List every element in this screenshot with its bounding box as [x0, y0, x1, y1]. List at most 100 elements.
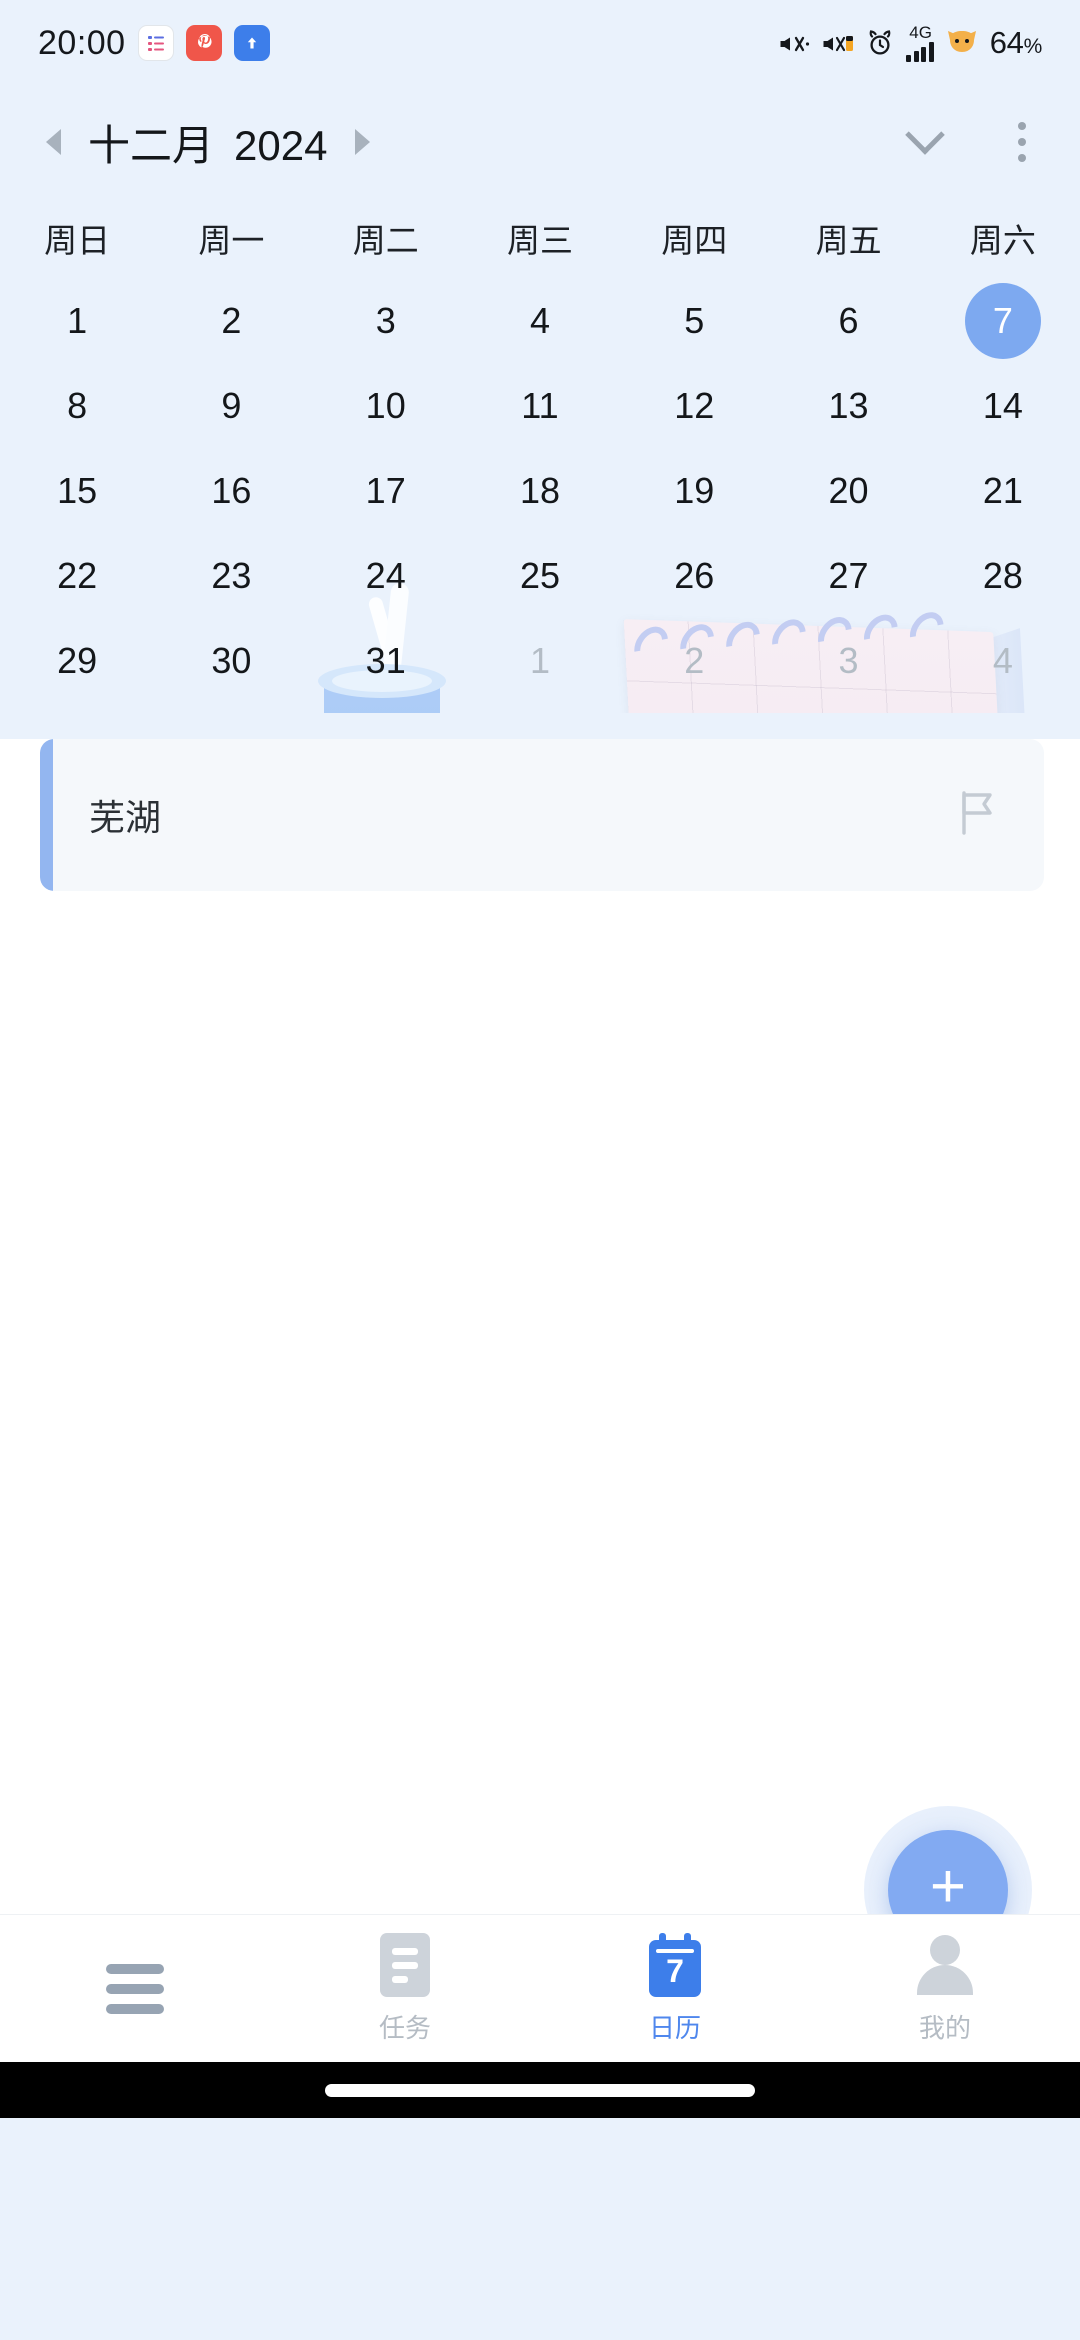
status-bar-clock: 20:00	[38, 23, 126, 62]
day-cell[interactable]: 8	[0, 363, 154, 448]
day-number: 22	[57, 554, 98, 596]
page-title[interactable]: 十二月 2024	[88, 112, 327, 173]
day-cell[interactable]: 16	[154, 448, 308, 533]
day-cell-selected[interactable]: 7	[926, 278, 1080, 363]
day-cell[interactable]: 25	[463, 533, 617, 618]
day-number: 29	[57, 639, 98, 681]
day-number: 18	[519, 469, 560, 511]
day-number: 10	[365, 384, 406, 426]
day-cell-other-month[interactable]: 4	[926, 618, 1080, 703]
sidebar-item-menu[interactable]	[0, 1915, 270, 2063]
prev-month-arrow-icon[interactable]	[40, 124, 66, 160]
day-cell[interactable]: 29	[0, 618, 154, 703]
tab-tasks[interactable]: 任务	[270, 1915, 540, 2063]
day-cell[interactable]: 20	[771, 448, 925, 533]
day-number: 19	[674, 469, 715, 511]
calendar-week-row: 29 30 31 1 2 3 4	[0, 618, 1080, 703]
day-number: 4	[529, 299, 550, 341]
day-cell[interactable]: 6	[771, 278, 925, 363]
day-cell[interactable]: 30	[154, 618, 308, 703]
day-number: 2	[684, 639, 705, 681]
day-number: 11	[521, 384, 559, 426]
day-cell[interactable]: 31	[309, 618, 463, 703]
upload-arrow-icon	[233, 25, 270, 61]
weekday-label: 周日	[44, 222, 111, 259]
day-cell[interactable]: 3	[309, 278, 463, 363]
nav-item-label: 我的	[918, 2013, 971, 2043]
day-number: 28	[982, 554, 1023, 596]
day-cell[interactable]: 23	[154, 533, 308, 618]
hamburger-menu-icon	[106, 1964, 164, 2014]
nav-item-label: 日历	[648, 2013, 701, 2043]
weekday-label: 周三	[506, 222, 573, 259]
calendar-week-row: 8 9 10 11 12 13 14	[0, 363, 1080, 448]
day-cell[interactable]: 18	[463, 448, 617, 533]
day-number: 5	[684, 299, 705, 341]
day-number: 25	[519, 554, 560, 596]
day-number: 30	[211, 639, 252, 681]
day-cell[interactable]: 15	[0, 448, 154, 533]
day-cell[interactable]: 9	[154, 363, 308, 448]
day-number: 8	[67, 384, 88, 426]
tab-calendar[interactable]: 7 日历	[540, 1915, 810, 2063]
year-label: 2024	[234, 121, 328, 169]
overflow-menu-icon[interactable]	[1000, 117, 1044, 167]
day-cell[interactable]: 17	[309, 448, 463, 533]
day-cell-other-month[interactable]: 1	[463, 618, 617, 703]
day-cell[interactable]: 13	[771, 363, 925, 448]
day-cell[interactable]: 2	[154, 278, 308, 363]
day-cell[interactable]: 1	[0, 278, 154, 363]
battery-value: 64	[989, 25, 1024, 60]
day-number: 9	[221, 384, 242, 426]
day-cell[interactable]: 21	[926, 448, 1080, 533]
fab-label: +	[929, 1852, 967, 1921]
day-cell-other-month[interactable]: 2	[617, 618, 771, 703]
day-number: 7	[964, 282, 1041, 359]
day-number: 2	[221, 299, 242, 341]
day-cell[interactable]: 12	[617, 363, 771, 448]
day-cell[interactable]: 4	[463, 278, 617, 363]
calendar-icon: 7	[649, 1933, 701, 1997]
day-number: 6	[838, 299, 859, 341]
calendar-week-row: 22 23 24 25 26 27 28	[0, 533, 1080, 618]
day-number: 12	[674, 384, 715, 426]
event-list-panel: 芜湖 + 任务 7 日历 我的	[0, 739, 1080, 2118]
network-type-label: 4G	[909, 23, 932, 42]
weekday-label: 周二	[352, 222, 419, 259]
weekday-label: 周五	[815, 222, 882, 259]
day-cell[interactable]: 14	[926, 363, 1080, 448]
month-navigator: 十二月 2024	[40, 112, 375, 173]
weekday-label: 周六	[969, 222, 1036, 259]
battery-level: 64%	[989, 25, 1043, 61]
day-cell[interactable]: 5	[617, 278, 771, 363]
chevron-down-icon[interactable]	[902, 119, 948, 165]
list-item[interactable]: 芜湖	[40, 739, 1044, 891]
calendar-panel: 周日 周一 周二 周三 周四 周五 周六 1 2 3 4 5 6 7 8 9 1…	[0, 198, 1080, 713]
day-cell[interactable]: 27	[771, 533, 925, 618]
day-number: 16	[211, 469, 252, 511]
day-number: 27	[828, 554, 869, 596]
home-gesture-bar[interactable]	[325, 2083, 755, 2097]
day-cell[interactable]: 11	[463, 363, 617, 448]
day-cell[interactable]: 19	[617, 448, 771, 533]
day-number: 20	[828, 469, 869, 511]
notes-app-icon	[137, 25, 174, 61]
flag-outline-icon[interactable]	[956, 789, 1000, 842]
day-cell[interactable]: 28	[926, 533, 1080, 618]
profile-icon	[917, 1933, 973, 1997]
vibrate-icon	[822, 28, 854, 58]
day-cell[interactable]: 24	[309, 533, 463, 618]
day-cell[interactable]: 10	[309, 363, 463, 448]
next-month-arrow-icon[interactable]	[349, 124, 375, 160]
day-cell-other-month[interactable]: 3	[771, 618, 925, 703]
weekday-label: 周一	[198, 222, 265, 259]
calendar-week-row: 1 2 3 4 5 6 7	[0, 278, 1080, 363]
day-cell[interactable]: 22	[0, 533, 154, 618]
day-number: 23	[211, 554, 252, 596]
tab-profile[interactable]: 我的	[810, 1915, 1080, 2063]
alarm-icon	[865, 28, 895, 58]
status-bar-right: 4G 64%	[777, 24, 1042, 62]
day-cell[interactable]: 26	[617, 533, 771, 618]
day-number: 15	[57, 469, 98, 511]
day-number: 13	[828, 384, 869, 426]
